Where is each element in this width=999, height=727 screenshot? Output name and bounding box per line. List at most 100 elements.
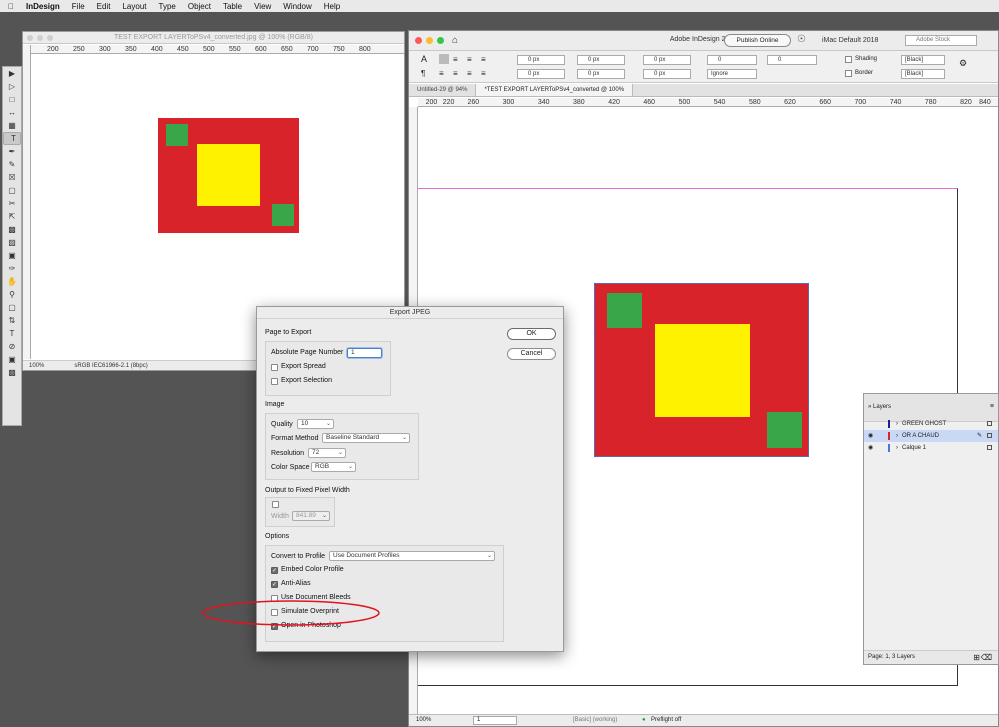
convert-profile-select[interactable]: Use Document Profiles ⌄: [329, 551, 495, 561]
type-tool-icon[interactable]: T: [3, 132, 21, 145]
pen-tool-icon[interactable]: ✒: [3, 145, 21, 158]
free-transform-icon[interactable]: ⇱: [3, 210, 21, 223]
note-icon[interactable]: ▣: [3, 249, 21, 262]
document-style[interactable]: [Basic] (working): [573, 717, 617, 723]
rectangle-tool-icon[interactable]: ▢: [3, 184, 21, 197]
scissors-icon[interactable]: ✂: [3, 197, 21, 210]
export-spread-checkbox[interactable]: [271, 364, 278, 371]
panel-menu-icon[interactable]: ≡: [990, 403, 994, 410]
last-line-indent-field[interactable]: 0 px: [577, 69, 625, 79]
format-container-icon[interactable]: T: [3, 327, 21, 340]
zoom-tool-icon[interactable]: ⚲: [3, 288, 21, 301]
trash-icon[interactable]: ⌫: [981, 653, 992, 662]
chevron-right-icon[interactable]: ›: [896, 430, 898, 442]
menu-file[interactable]: File: [72, 2, 85, 11]
direct-selection-icon[interactable]: ▷: [3, 80, 21, 93]
pencil-tool-icon[interactable]: ✎: [3, 158, 21, 171]
selection-tool-icon[interactable]: ▶: [3, 67, 21, 80]
space-before-field[interactable]: 0 px: [643, 55, 691, 65]
justify-right-icon[interactable]: ≡: [467, 69, 472, 78]
rectangle-frame-icon[interactable]: ☒: [3, 171, 21, 184]
eye-icon[interactable]: ◉: [868, 442, 873, 454]
hyphenation-select[interactable]: Ignore: [707, 69, 757, 79]
indesign-titlebar[interactable]: ⌂ Adobe InDesign 2020 Publish Online ☉ i…: [409, 31, 998, 51]
align-center-icon[interactable]: ≡: [453, 55, 458, 64]
embed-profile-checkbox[interactable]: [271, 567, 278, 574]
close-icon[interactable]: [415, 37, 422, 44]
layer-target-icon[interactable]: [987, 421, 992, 426]
resolution-select[interactable]: 72 ⌄: [308, 448, 346, 458]
layer-target-icon[interactable]: [987, 433, 992, 438]
border-color-select[interactable]: [Black]: [901, 69, 945, 79]
screen-mode-icon[interactable]: ▣: [3, 353, 21, 366]
justify-center-icon[interactable]: ≡: [453, 69, 458, 78]
zoom-icon[interactable]: [437, 37, 444, 44]
workspace-switcher[interactable]: iMac Default 2018: [822, 37, 878, 44]
layers-tab[interactable]: » Layers: [868, 404, 891, 410]
first-line-indent-field[interactable]: 0 px: [517, 69, 565, 79]
gradient-feather-icon[interactable]: ▨: [3, 236, 21, 249]
fixed-width-checkbox[interactable]: [272, 501, 279, 508]
shading-checkbox[interactable]: [845, 56, 852, 63]
justify-left-icon[interactable]: ≡: [439, 69, 444, 78]
fill-stroke-icon[interactable]: ▢: [3, 301, 21, 314]
tab-untitled[interactable]: Untitled-29 @ 94%: [409, 84, 477, 96]
gap-tool-icon[interactable]: ↔: [3, 106, 21, 119]
menu-edit[interactable]: Edit: [97, 2, 111, 11]
justify-icon[interactable]: ≡: [481, 55, 486, 64]
lightbulb-icon[interactable]: ☉: [797, 34, 806, 45]
publish-online-button[interactable]: Publish Online: [724, 34, 791, 47]
close-icon[interactable]: [27, 35, 33, 41]
swap-colors-icon[interactable]: ⇅: [3, 314, 21, 327]
home-icon[interactable]: ⌂: [452, 35, 458, 46]
ok-button[interactable]: OK: [507, 328, 556, 340]
chevron-right-icon[interactable]: ›: [896, 442, 898, 454]
width-input[interactable]: 841.89 ⌄: [292, 511, 330, 521]
hand-tool-icon[interactable]: ✋: [3, 275, 21, 288]
menu-type[interactable]: Type: [159, 2, 176, 11]
align-left-icon[interactable]: [439, 54, 449, 64]
menu-view[interactable]: View: [254, 2, 271, 11]
justify-all-icon[interactable]: ≡: [481, 69, 486, 78]
shading-color-select[interactable]: [Black]: [901, 55, 945, 65]
drop-cap-lines-field[interactable]: 0: [707, 55, 757, 65]
export-selection-checkbox[interactable]: [271, 378, 278, 385]
zoom-level[interactable]: 100%: [416, 717, 431, 723]
tab-test-export[interactable]: *TEST EXPORT LAYERToPSv4_converted @ 100…: [476, 84, 634, 96]
paragraph-formatting-icon[interactable]: ¶: [421, 69, 425, 78]
content-collector-icon[interactable]: ▦: [3, 119, 21, 132]
layer-row[interactable]: › GREEN GHOST: [864, 418, 998, 430]
image-window-titlebar[interactable]: TEST EXPORT LAYERToPSv4_converted.jpg @ …: [23, 32, 404, 44]
adobe-stock-search[interactable]: Adobe Stock: [905, 35, 977, 46]
minimize-icon[interactable]: [37, 35, 43, 41]
page-tool-icon[interactable]: □: [3, 93, 21, 106]
new-layer-icon[interactable]: ⊞: [973, 653, 980, 662]
zoom-level[interactable]: 100%: [29, 363, 44, 369]
quality-select[interactable]: 10 ⌄: [297, 419, 334, 429]
character-formatting-icon[interactable]: A: [421, 54, 427, 64]
zoom-icon[interactable]: [47, 35, 53, 41]
preflight-status[interactable]: Preflight off: [651, 717, 681, 723]
right-indent-field[interactable]: 0 px: [577, 55, 625, 65]
anti-alias-checkbox[interactable]: [271, 581, 278, 588]
drop-cap-chars-field[interactable]: 0: [767, 55, 817, 65]
layer-row[interactable]: ◉ › OR A CHAUD ✎: [864, 430, 998, 442]
menu-table[interactable]: Table: [223, 2, 242, 11]
red-artwork-frame[interactable]: [594, 283, 809, 457]
menu-object[interactable]: Object: [188, 2, 211, 11]
format-method-select[interactable]: Baseline Standard ⌄: [322, 433, 410, 443]
apple-icon[interactable]: : [8, 2, 14, 11]
page-number-field[interactable]: 1: [473, 716, 517, 725]
chevron-right-icon[interactable]: ›: [896, 418, 898, 430]
apply-none-icon[interactable]: ⊘: [3, 340, 21, 353]
left-indent-field[interactable]: 0 px: [517, 55, 565, 65]
menu-window[interactable]: Window: [283, 2, 311, 11]
eyedropper-icon[interactable]: ✑: [3, 262, 21, 275]
border-checkbox[interactable]: [845, 70, 852, 77]
layer-target-icon[interactable]: [987, 445, 992, 450]
space-after-field[interactable]: 0 px: [643, 69, 691, 79]
align-right-icon[interactable]: ≡: [467, 55, 472, 64]
gear-icon[interactable]: ⚙: [959, 58, 967, 69]
menu-app-name[interactable]: InDesign: [26, 2, 60, 11]
eye-icon[interactable]: ◉: [868, 430, 873, 442]
